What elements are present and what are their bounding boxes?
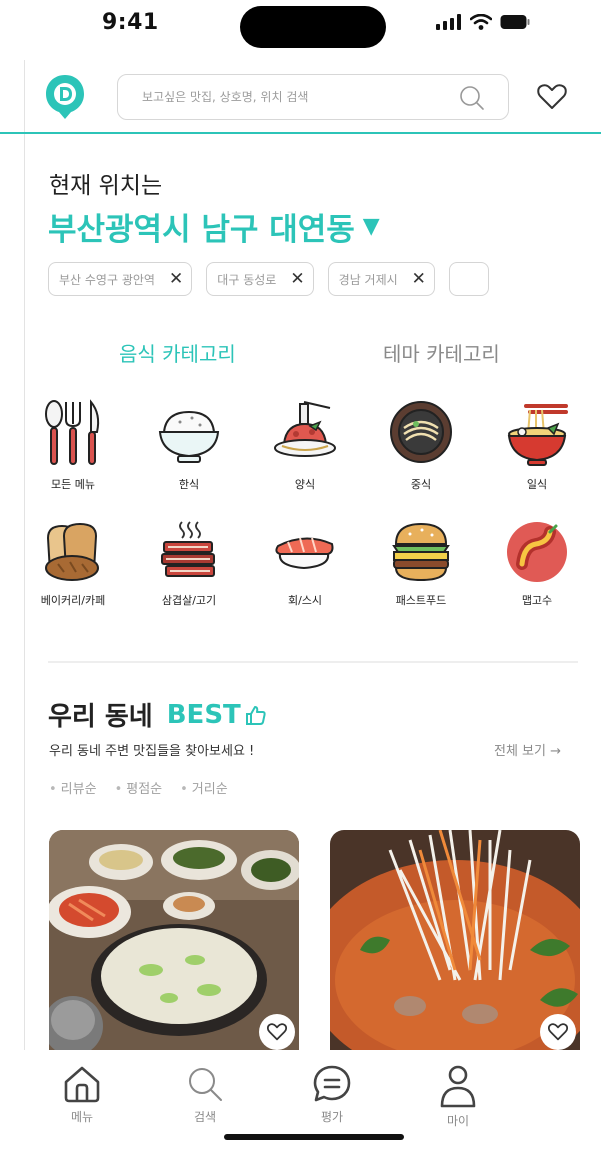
- location-chip-label: 경남 거제시: [338, 272, 398, 287]
- chat-bubble-icon: [313, 1065, 351, 1102]
- sushi-icon: [275, 537, 334, 570]
- dynamic-island: [240, 6, 386, 48]
- category-label: 중식: [410, 478, 432, 491]
- home-icon: [64, 1066, 100, 1103]
- see-all-link[interactable]: 전체 보기 →: [494, 740, 561, 759]
- restaurant-card[interactable]: [330, 830, 580, 1052]
- category-tabs: 음식 카테고리 테마 카테고리: [24, 338, 601, 378]
- category-label: 한식: [178, 478, 200, 491]
- category-fast-food[interactable]: 패스트푸드: [374, 520, 468, 608]
- bottom-navigation: 메뉴 검색 평가 마이: [0, 1050, 601, 1162]
- app-header: [0, 62, 601, 134]
- signal-icon: [436, 14, 461, 30]
- nav-my-page[interactable]: 마이: [418, 1064, 498, 1129]
- person-icon: [440, 1065, 476, 1108]
- location-chip[interactable]: 경남 거제시 ✕: [327, 262, 435, 296]
- close-icon[interactable]: ✕: [290, 269, 304, 289]
- location-selector[interactable]: 부산광역시 남구 대연동 ▼: [48, 204, 380, 249]
- ramen-bowl-icon: [507, 404, 568, 466]
- nav-label: 평가: [320, 1110, 344, 1124]
- category-label: 베이커리/카페: [40, 594, 106, 607]
- tab-food-category[interactable]: 음식 카테고리: [119, 338, 236, 367]
- card-favorite-button[interactable]: [259, 1014, 295, 1050]
- category-spicy[interactable]: 맵고수: [490, 520, 584, 608]
- page-edge-rule: [24, 60, 25, 1050]
- nav-label: 메뉴: [70, 1110, 94, 1124]
- location-chip[interactable]: 부산 수영구 광안역 ✕: [48, 262, 193, 296]
- category-japanese[interactable]: 일식: [490, 398, 584, 492]
- nav-label: 검색: [193, 1110, 217, 1124]
- close-icon[interactable]: ✕: [412, 269, 426, 289]
- nav-menu[interactable]: 메뉴: [42, 1064, 122, 1125]
- close-icon[interactable]: ✕: [169, 269, 183, 289]
- sort-options: 리뷰순 평점순 거리순: [49, 778, 228, 797]
- location-chip[interactable]: 대구 동성로 ✕: [206, 262, 314, 296]
- heart-icon: [267, 1023, 287, 1041]
- card-favorite-button[interactable]: [540, 1014, 576, 1050]
- location-label: 현재 위치는: [49, 173, 163, 199]
- jjajang-bowl-icon: [390, 401, 452, 463]
- category-label: 삼겹살/고기: [161, 594, 217, 607]
- rice-bowl-icon: [158, 410, 220, 463]
- search-input[interactable]: [142, 86, 442, 108]
- category-sashimi-sushi[interactable]: 회/스시: [258, 520, 352, 608]
- app-logo[interactable]: [45, 74, 85, 120]
- burger-icon: [392, 522, 450, 582]
- category-label: 모든 메뉴: [51, 478, 95, 491]
- category-chinese[interactable]: 중식: [374, 398, 468, 492]
- category-label: 맵고수: [521, 594, 553, 607]
- wifi-icon: [470, 14, 492, 30]
- chili-icon: [507, 522, 567, 582]
- location-chip-label: 대구 동성로: [217, 272, 277, 287]
- category-label: 패스트푸드: [395, 594, 447, 607]
- home-indicator: [224, 1134, 404, 1140]
- section-divider: [48, 661, 578, 663]
- status-icons: [436, 14, 530, 30]
- bread-icon: [45, 522, 99, 581]
- cutlery-icon: [45, 399, 100, 465]
- best-subtitle: 우리 동네 주변 맛집들을 찾아보세요 !: [49, 744, 255, 759]
- category-label: 양식: [294, 478, 316, 491]
- sort-by-rating[interactable]: 평점순: [115, 778, 162, 797]
- nav-review[interactable]: 평가: [292, 1064, 372, 1125]
- status-bar: 9:41: [0, 0, 601, 54]
- search-icon[interactable]: [458, 84, 486, 112]
- sort-by-distance[interactable]: 거리순: [180, 778, 228, 797]
- category-label: 일식: [526, 478, 548, 491]
- category-all-menu[interactable]: 모든 메뉴: [26, 398, 120, 492]
- restaurant-card[interactable]: [49, 830, 299, 1052]
- search-bar[interactable]: [117, 74, 509, 120]
- search-icon: [189, 1068, 222, 1101]
- heart-icon: [548, 1023, 568, 1041]
- nav-search[interactable]: 검색: [165, 1064, 245, 1125]
- status-time: 9:41: [102, 10, 159, 35]
- nav-label: 마이: [446, 1114, 470, 1128]
- battery-icon: [500, 15, 530, 29]
- restaurant-photo: [330, 830, 580, 1052]
- category-bakery-cafe[interactable]: 베이커리/카페: [26, 520, 120, 608]
- location-chip-label: 부산 수영구 광안역: [59, 272, 155, 287]
- category-pork-meat[interactable]: 삼겹살/고기: [142, 520, 236, 608]
- category-label: 회/스시: [287, 594, 323, 607]
- tab-theme-category[interactable]: 테마 카테고리: [383, 338, 500, 367]
- pasta-icon: [274, 401, 336, 457]
- location-value: 부산광역시 남구 대연동: [48, 212, 355, 248]
- category-korean[interactable]: 한식: [142, 398, 236, 492]
- restaurant-photo: [49, 830, 299, 1052]
- caret-down-icon: ▼: [362, 214, 380, 239]
- thumbs-up-icon: [245, 705, 266, 725]
- location-chip-partial[interactable]: [449, 262, 490, 296]
- best-title-accent: BEST: [166, 699, 241, 730]
- recent-location-chips: 부산 수영구 광안역 ✕ 대구 동성로 ✕ 경남 거제시 ✕: [48, 262, 601, 298]
- sort-by-reviews[interactable]: 리뷰순: [49, 778, 97, 797]
- favorites-heart-icon[interactable]: [537, 84, 567, 110]
- best-title-text: 우리 동네: [48, 702, 153, 732]
- best-section-title: 우리 동네 BEST: [48, 696, 267, 733]
- pork-belly-icon: [161, 521, 215, 577]
- category-western[interactable]: 양식: [258, 398, 352, 492]
